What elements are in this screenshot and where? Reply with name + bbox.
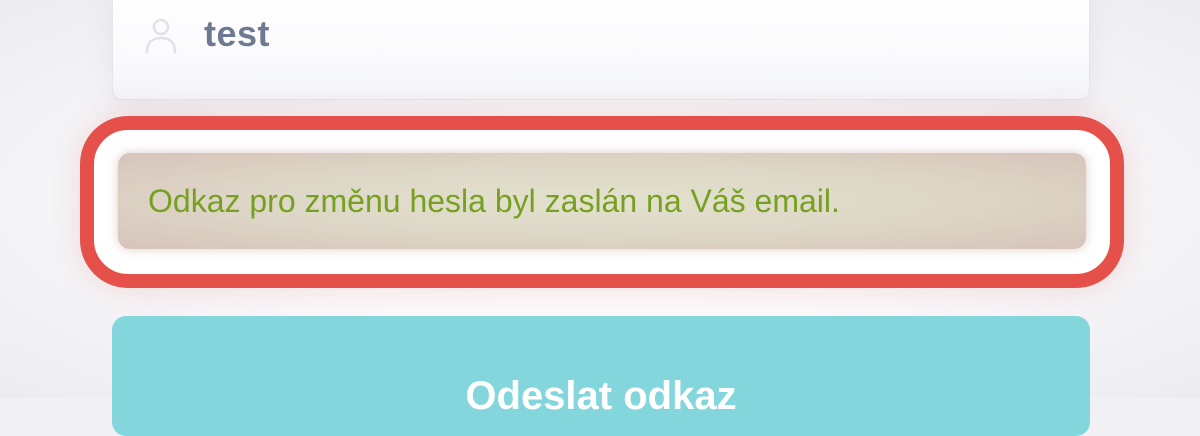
send-link-button[interactable]: Odeslat odkaz	[112, 316, 1090, 436]
password-reset-form: test Odkaz pro změnu hesla byl zaslán na…	[0, 0, 1200, 436]
username-value: test	[204, 13, 271, 54]
success-alert-message: Odkaz pro změnu hesla byl zaslán na Váš …	[148, 183, 840, 219]
user-icon	[145, 18, 177, 54]
